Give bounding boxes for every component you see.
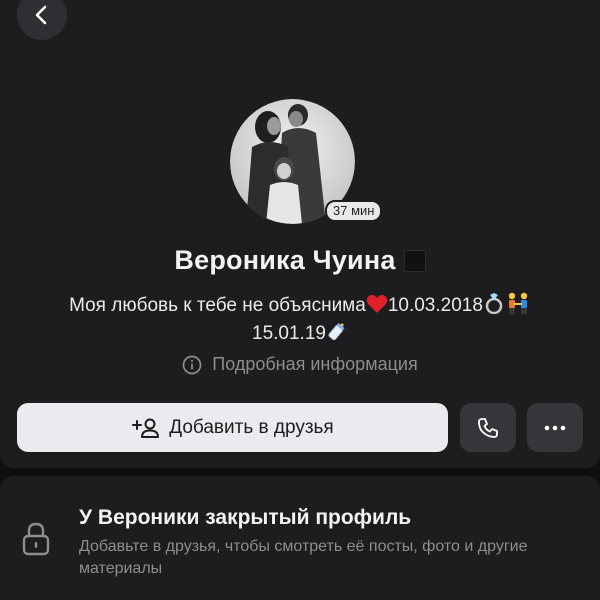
add-friend-label: Добавить в друзья (169, 416, 334, 438)
profile-screen: 37 мин Вероника Чуина Моя любовь к тебе … (0, 0, 600, 600)
more-horizontal-icon (544, 425, 566, 430)
ring-icon (485, 293, 503, 314)
call-button[interactable] (460, 403, 516, 452)
profile-status: Моя любовь к тебе не объяснима 10.03.2018… (40, 292, 560, 348)
status-date-1: 10.03.2018 (387, 295, 483, 316)
chevron-left-icon (35, 5, 47, 25)
lock-icon (22, 522, 50, 556)
name-row: Вероника Чуина (0, 245, 600, 276)
details-label: Подробная информация (212, 354, 418, 374)
private-profile-title: У Вероники закрытый профиль (79, 506, 412, 529)
profile-card: 37 мин Вероника Чуина Моя любовь к тебе … (0, 0, 600, 468)
couple-holding-hands-icon (508, 292, 528, 314)
add-user-icon (132, 418, 160, 438)
baby-bottle-icon (328, 323, 345, 341)
last-seen-badge: 37 мин (325, 200, 383, 222)
info-icon (182, 355, 202, 374)
details-link[interactable]: Подробная информация (0, 354, 600, 375)
avatar-container[interactable]: 37 мин (230, 99, 383, 224)
back-button[interactable] (17, 0, 67, 40)
private-profile-card: У Вероники закрытый профиль Добавьте в д… (0, 476, 600, 600)
status-text-1: Моя любовь к тебе не объяснима (69, 295, 366, 316)
name-square-icon (403, 249, 426, 272)
red-heart-icon (366, 294, 388, 313)
add-friend-button[interactable]: Добавить в друзья (17, 403, 448, 452)
more-button[interactable] (527, 403, 583, 452)
status-text-2: 15.01.19 (252, 323, 326, 344)
phone-icon (478, 417, 498, 438)
private-profile-subtitle: Добавьте в друзья, чтобы смотреть её пос… (79, 538, 528, 577)
profile-name: Вероника Чуина (174, 245, 396, 275)
